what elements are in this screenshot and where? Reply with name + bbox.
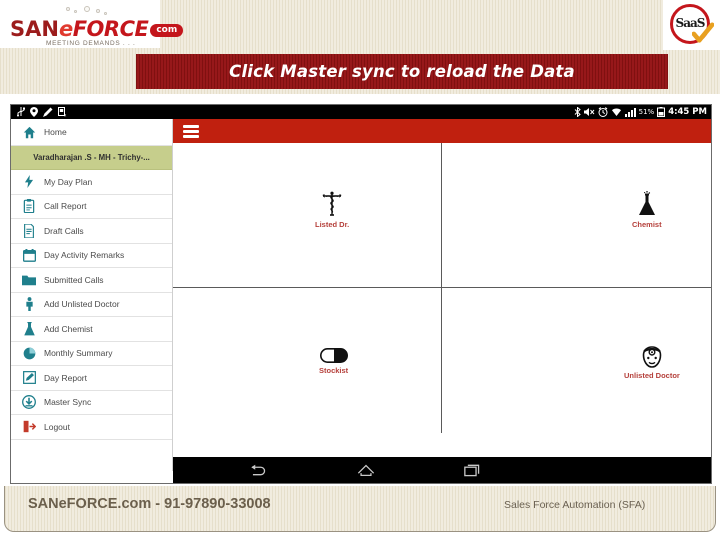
drawer-item-submitted-calls[interactable]: Submitted Calls — [11, 268, 172, 293]
location-icon — [30, 107, 38, 117]
app-bar — [173, 119, 711, 143]
logo-bubble-decor — [74, 10, 77, 13]
flask-icon — [638, 191, 655, 215]
tile-stockist[interactable]: Stockist — [173, 288, 442, 433]
bolt-icon — [21, 174, 37, 190]
drawer-item-label: My Day Plan — [44, 176, 93, 187]
doctor-face-icon — [642, 346, 662, 368]
calendar-icon — [21, 247, 37, 263]
folder-icon — [21, 272, 37, 288]
home-tile-grid: Listed Dr. Chemist Stockist Unlisted Doc… — [173, 143, 711, 433]
logo-text-e: e — [58, 17, 73, 41]
footer-tagline: Sales Force Automation (SFA) — [504, 499, 646, 511]
footer-contact: SANeFORCE.com - 91-97890-33008 — [28, 496, 271, 512]
drawer-item-monthly-summary[interactable]: Monthly Summary — [11, 342, 172, 366]
hamburger-icon[interactable] — [183, 124, 199, 138]
logo-text-san: SAN — [10, 17, 59, 41]
drawer-item-my-day-plan[interactable]: My Day Plan — [11, 170, 172, 195]
tile-label: Listed Dr. — [315, 220, 350, 229]
download-circle-icon — [21, 394, 37, 410]
drawer-item-master-sync[interactable]: Master Sync — [11, 391, 172, 415]
saneforce-logo: SANeFORCE com MEETING DEMANDS . . . — [8, 6, 184, 48]
logo-wordmark: SANeFORCE com — [10, 17, 184, 41]
drawer-item-add-unlisted-doctor[interactable]: Add Unlisted Doctor — [11, 293, 172, 317]
drawer-item-label: Call Report — [44, 201, 87, 212]
usb-icon — [17, 107, 25, 117]
drawer-item-add-chemist[interactable]: Add Chemist — [11, 317, 172, 342]
alarm-icon — [598, 107, 608, 117]
drawer-item-label: Submitted Calls — [44, 274, 104, 285]
status-bar-clock: 4:45 PM — [668, 107, 707, 117]
drawer-item-label: Draft Calls — [44, 225, 84, 236]
drawer-empty-space — [11, 440, 172, 470]
logo-bubble-decor — [104, 12, 107, 15]
logo-bubble-decor — [84, 6, 90, 12]
bluetooth-icon — [574, 107, 581, 117]
drawer-item-logout[interactable]: Logout — [11, 415, 172, 440]
caduceus-icon — [322, 191, 342, 216]
back-arrow-icon[interactable] — [245, 460, 271, 480]
drawer-user-label: Varadharajan .S - MH - Trichy-... — [33, 153, 150, 162]
logout-icon — [21, 419, 37, 435]
device-screenshot: x 51% 4:45 PM Home Varadharajan .S - MH … — [10, 104, 712, 520]
drawer-item-draft-calls[interactable]: Draft Calls — [11, 219, 172, 244]
android-nav-bar — [173, 457, 711, 483]
android-status-bar: x 51% 4:45 PM — [11, 105, 711, 119]
tile-chemist[interactable]: Chemist — [442, 143, 711, 288]
drawer-user-header: Varadharajan .S - MH - Trichy-... — [11, 146, 172, 170]
house-icon — [21, 124, 37, 140]
presentation-slide: SANeFORCE com MEETING DEMANDS . . . SaaS … — [0, 0, 720, 540]
home-outline-icon[interactable] — [353, 460, 379, 480]
drawer-item-label: Add Unlisted Doctor — [44, 299, 120, 310]
tile-listed-dr[interactable]: Listed Dr. — [173, 143, 442, 288]
drawer-item-home[interactable]: Home — [11, 119, 172, 146]
svg-text:x: x — [64, 113, 67, 118]
instruction-banner: Click Master sync to reload the Data — [136, 54, 668, 89]
drawer-item-label: Day Report — [44, 372, 87, 383]
tile-label: Unlisted Doctor — [624, 371, 680, 380]
tile-label: Stockist — [319, 366, 349, 375]
flask-icon — [21, 321, 37, 337]
check-icon — [692, 22, 714, 43]
status-bar-right-icons: 51% 4:45 PM — [574, 105, 707, 119]
person-icon — [21, 296, 37, 312]
instruction-banner-text: Click Master sync to reload the Data — [229, 62, 575, 81]
tile-unlisted-doctor[interactable]: Unlisted Doctor — [442, 288, 711, 433]
battery-icon — [657, 107, 666, 117]
logo-tagline: MEETING DEMANDS . . . — [46, 40, 136, 47]
drawer-item-call-report[interactable]: Call Report — [11, 195, 172, 219]
signal-icon — [624, 108, 636, 117]
sim-icon: x — [58, 107, 67, 117]
recent-apps-icon[interactable] — [459, 460, 485, 480]
edit-square-icon — [21, 370, 37, 386]
logo-bubble-decor — [96, 9, 100, 13]
document-icon — [21, 223, 37, 239]
capsule-icon — [319, 348, 348, 363]
drawer-item-day-activity-remarks[interactable]: Day Activity Remarks — [11, 244, 172, 268]
drawer-item-label: Master Sync — [44, 397, 92, 408]
pie-chart-icon — [21, 345, 37, 361]
navigation-drawer: Home Varadharajan .S - MH - Trichy-... M… — [11, 119, 173, 471]
status-bar-left-icons: x — [11, 107, 67, 117]
drawer-item-label: Logout — [44, 421, 70, 432]
drawer-item-label: Home — [44, 127, 67, 137]
logo-text-com: com — [150, 24, 184, 37]
pencil-icon — [43, 107, 53, 117]
wifi-icon — [611, 108, 621, 116]
battery-percent-label: 51% — [638, 108, 655, 116]
drawer-item-label: Day Activity Remarks — [44, 250, 125, 261]
clipboard-icon — [21, 198, 37, 214]
logo-text-force: FORCE — [72, 17, 149, 41]
mute-icon — [583, 108, 595, 116]
drawer-item-label: Add Chemist — [44, 323, 93, 334]
drawer-item-day-report[interactable]: Day Report — [11, 366, 172, 391]
drawer-item-label: Monthly Summary — [44, 348, 113, 359]
saas-seal-logo: SaaS — [666, 2, 716, 48]
logo-bubble-decor — [66, 7, 70, 11]
tile-label: Chemist — [632, 220, 662, 229]
